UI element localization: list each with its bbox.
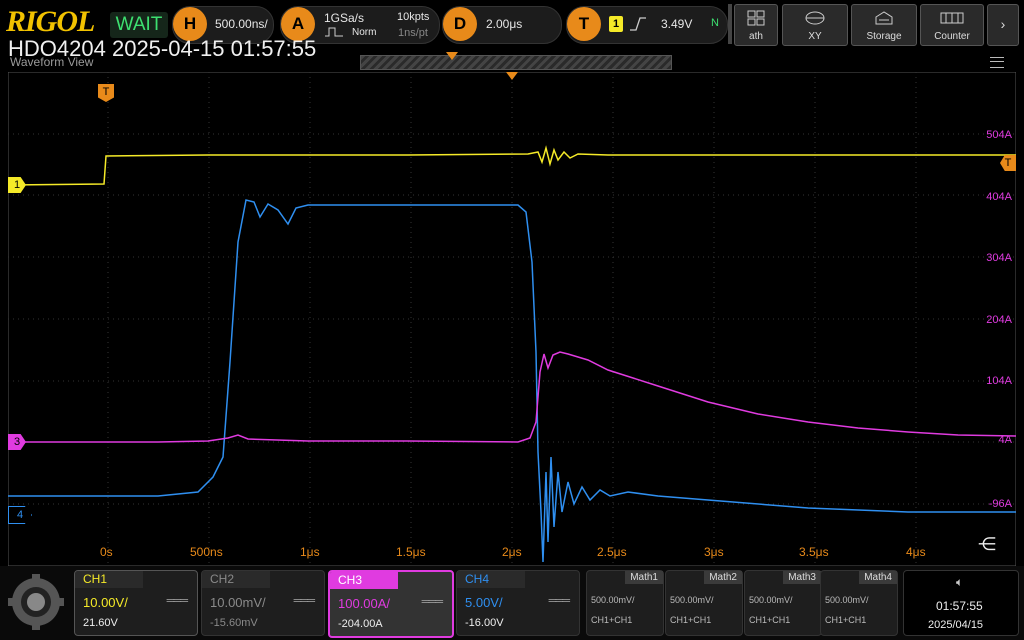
ch3-scale: 100.00A/ <box>338 596 391 611</box>
ch4-name: CH4 <box>457 571 525 588</box>
acq-mode: Norm <box>352 27 377 38</box>
memory-position-bar[interactable] <box>360 55 672 70</box>
xy-icon <box>805 11 825 25</box>
ch2-panel[interactable]: CH2 10.00mV/ ═══ -15.60mV <box>201 570 325 636</box>
x-label: 2μs <box>502 545 522 559</box>
ch2-offset: -15.60mV <box>210 617 258 629</box>
math-icon <box>747 10 765 26</box>
clock-time: 01:57:55 <box>936 599 983 613</box>
math1-scale: 500.00mV/ <box>591 595 635 605</box>
math4-scale: 500.00mV/ <box>825 595 869 605</box>
math4-panel[interactable]: Math4 500.00mV/ CH1+CH1 <box>820 570 898 636</box>
timebase-value: 500.00ns/ <box>215 17 268 31</box>
math1-name: Math1 <box>625 571 663 584</box>
scroll-right-button[interactable]: › <box>987 4 1019 46</box>
ch3-name: CH3 <box>330 572 398 589</box>
ch4-panel[interactable]: CH4 5.00V/ ═══ -16.00V <box>456 570 580 636</box>
clock-date: 2025/04/15 <box>928 619 984 631</box>
ch2-coupling-icon: ═══ <box>293 595 315 607</box>
ch1-panel[interactable]: CH1 10.00V/ ═══ 21.60V <box>74 570 198 636</box>
counter-button[interactable]: Counter <box>920 4 984 46</box>
ch4-scale: 5.00V/ <box>465 595 503 610</box>
memory-depth: 10kpts <box>397 11 430 23</box>
y-label: 504A <box>986 129 1012 141</box>
divider <box>728 4 732 44</box>
view-title: Waveform View <box>10 55 94 69</box>
trigger-level: 3.49V <box>661 17 693 31</box>
y-label: 104A <box>986 375 1012 387</box>
chevron-right-icon: › <box>1000 16 1006 32</box>
math4-name: Math4 <box>859 571 897 584</box>
storage-label: Storage <box>866 31 902 42</box>
counter-icon <box>940 12 964 24</box>
delay-value: 2.00μs <box>486 17 523 31</box>
sample-interval: 1ns/pt <box>398 27 428 39</box>
x-label: 0s <box>100 545 113 559</box>
trigger-position-marker <box>446 52 458 60</box>
clock-panel[interactable]: 🔈︎ 01:57:55 2025/04/15 <box>903 570 1019 636</box>
y-label: 404A <box>986 191 1012 203</box>
rising-edge-icon <box>630 17 646 31</box>
brand-logo: RIGOL <box>6 5 95 38</box>
math1-panel[interactable]: Math1 500.00mV/ CH1+CH1 <box>586 570 664 636</box>
collapse-panel-icon[interactable]: ⋲ <box>978 534 1006 554</box>
datetime: 2025-04-15 01:57:55 <box>111 36 317 61</box>
ch3-coupling-icon: ═══ <box>421 596 443 608</box>
delay-badge: D <box>443 7 477 41</box>
speaker-mute-icon[interactable]: 🔈︎ <box>956 575 963 590</box>
ch1-scale: 10.00V/ <box>83 595 128 610</box>
storage-button[interactable]: Storage <box>851 4 917 46</box>
ch1-name: CH1 <box>75 571 143 588</box>
storage-icon <box>875 11 893 25</box>
math3-scale: 500.00mV/ <box>749 595 793 605</box>
ch2-name: CH2 <box>202 571 270 588</box>
math4-formula: CH1+CH1 <box>825 615 867 625</box>
math-label: ath <box>749 31 763 42</box>
gear-icon[interactable] <box>6 572 66 632</box>
acquisition-status[interactable]: WAIT <box>110 12 168 38</box>
xy-button[interactable]: XY <box>782 4 848 46</box>
xy-label: XY <box>808 31 822 42</box>
y-label: 204A <box>986 314 1012 326</box>
x-label: 3μs <box>704 545 724 559</box>
ch3-offset: -204.00A <box>338 618 383 630</box>
math2-name: Math2 <box>704 571 742 584</box>
x-label: 1.5μs <box>396 545 426 559</box>
math3-panel[interactable]: Math3 500.00mV/ CH1+CH1 <box>744 570 822 636</box>
ch4-offset: -16.00V <box>465 617 504 629</box>
x-label: 2.5μs <box>597 545 627 559</box>
math2-scale: 500.00mV/ <box>670 595 714 605</box>
trigger-source: 1 <box>609 16 623 32</box>
ch1-coupling-icon: ═══ <box>166 595 188 607</box>
ch3-panel[interactable]: CH3 100.00A/ ═══ -204.00A <box>328 570 454 638</box>
math3-name: Math3 <box>783 571 821 584</box>
math2-panel[interactable]: Math2 500.00mV/ CH1+CH1 <box>665 570 743 636</box>
counter-label: Counter <box>934 31 970 42</box>
math3-formula: CH1+CH1 <box>749 615 791 625</box>
trigger-badge: T <box>567 7 601 41</box>
ch4-coupling-icon: ═══ <box>548 595 570 607</box>
y-label: 4A <box>998 434 1012 446</box>
math1-formula: CH1+CH1 <box>591 615 633 625</box>
trigger-state: N <box>711 17 719 29</box>
x-label: 3.5μs <box>799 545 829 559</box>
x-label: 1μs <box>300 545 320 559</box>
x-label: 4μs <box>906 545 926 559</box>
ch1-offset: 21.60V <box>83 617 118 629</box>
sample-rate: 1GSa/s <box>324 11 365 25</box>
y-label: 304A <box>986 252 1012 264</box>
y-label: -96A <box>988 498 1012 510</box>
waveform-grid[interactable] <box>8 72 1016 566</box>
x-label: 500ns <box>190 545 223 559</box>
view-menu-icon[interactable] <box>990 57 1004 68</box>
math2-formula: CH1+CH1 <box>670 615 712 625</box>
acq-mode-icon <box>325 27 343 37</box>
ch2-scale: 10.00mV/ <box>210 595 266 610</box>
delay-marker <box>506 72 518 80</box>
math-button[interactable]: ath <box>734 4 778 46</box>
